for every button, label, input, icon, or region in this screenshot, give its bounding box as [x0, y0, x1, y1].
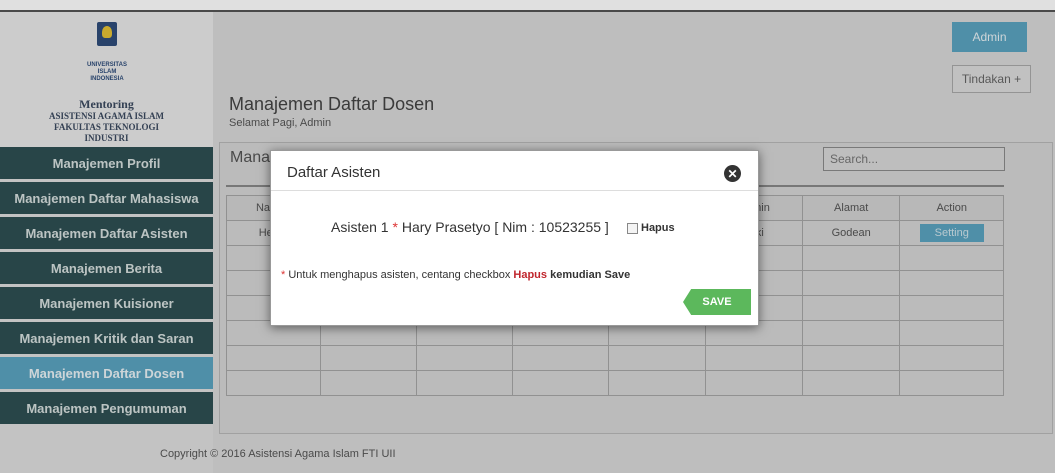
save-button[interactable]: SAVE: [683, 289, 751, 315]
required-marker: *: [392, 219, 398, 235]
note-required-marker: *: [281, 269, 286, 281]
modal-divider: [271, 190, 758, 191]
asisten-row: Asisten 1 * Hary Prasetyo [ Nim : 105232…: [331, 219, 609, 235]
note-save: Save: [604, 269, 631, 281]
hapus-label: Hapus: [641, 222, 675, 234]
note-hapus: Hapus: [513, 269, 548, 281]
note-prefix: Untuk menghapus asisten, centang checkbo…: [288, 269, 511, 281]
daftar-asisten-modal: Daftar Asisten ✕ Asisten 1 * Hary Praset…: [270, 150, 759, 326]
hapus-checkbox-label[interactable]: Hapus: [627, 222, 675, 234]
asisten-value: Hary Prasetyo [ Nim : 10523255 ]: [401, 219, 609, 235]
delete-instruction-note: * Untuk menghapus asisten, centang check…: [281, 269, 630, 281]
hapus-checkbox[interactable]: [627, 222, 638, 234]
close-icon[interactable]: ✕: [724, 165, 741, 182]
modal-title: Daftar Asisten: [287, 164, 381, 181]
note-mid: kemudian: [550, 269, 602, 281]
asisten-label: Asisten 1: [331, 219, 389, 235]
